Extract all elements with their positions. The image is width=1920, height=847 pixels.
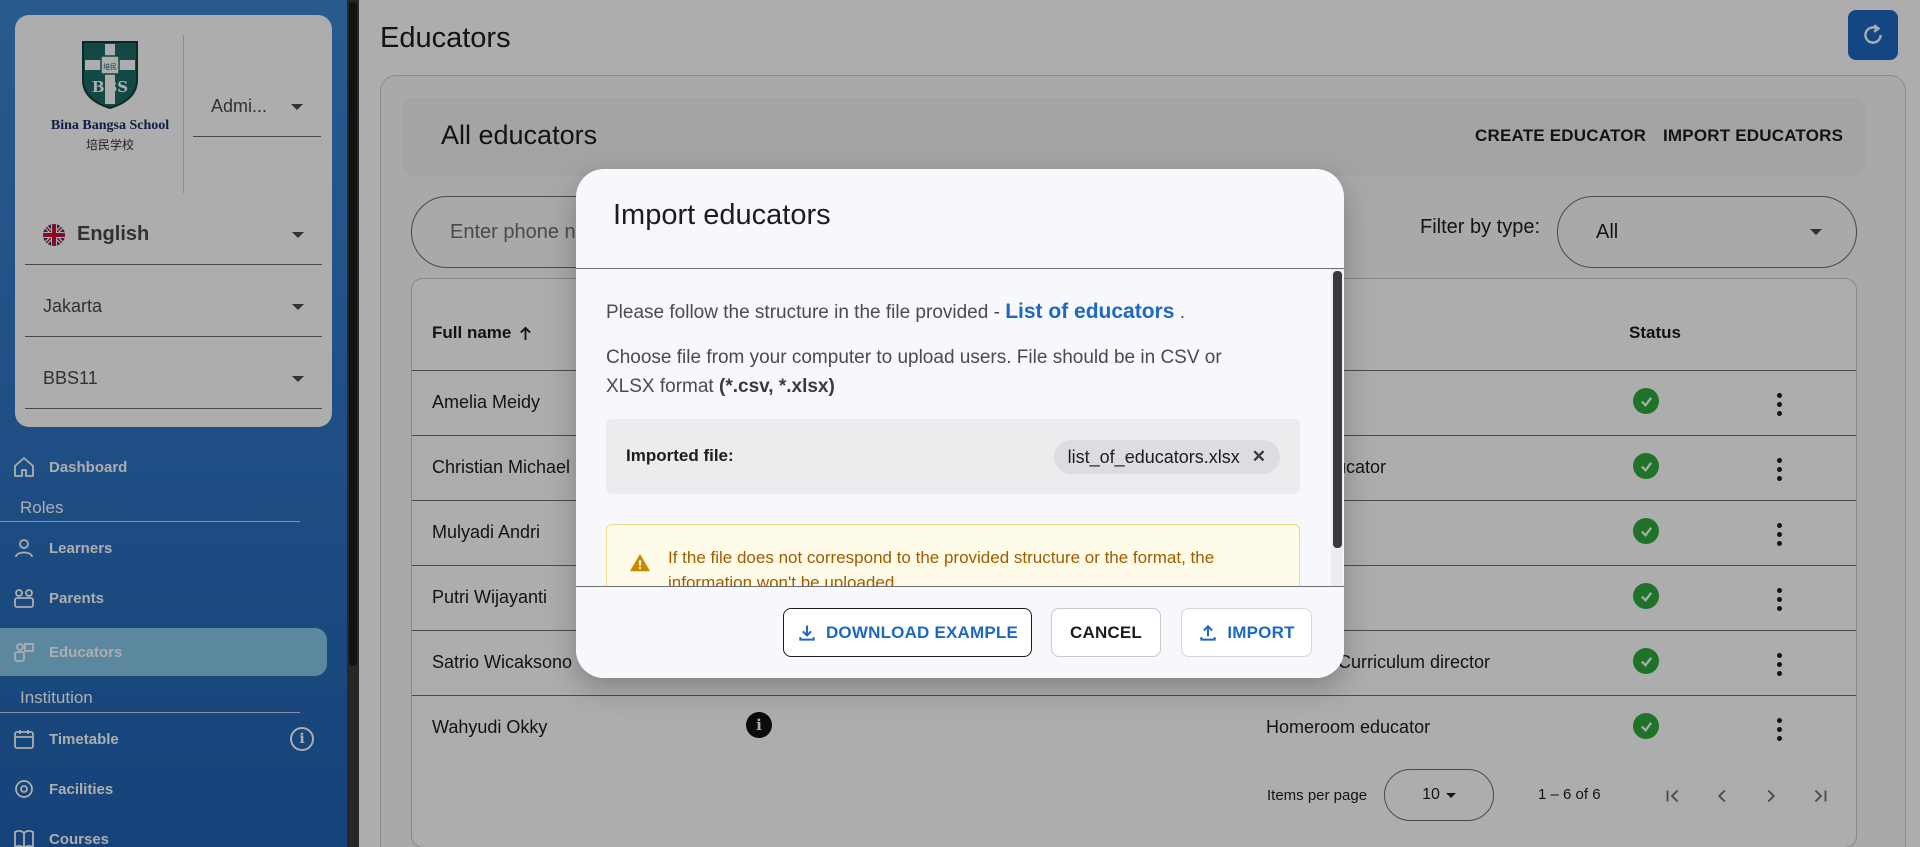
choose-file-line-2: XLSX format — [606, 376, 714, 397]
dialog-divider — [576, 586, 1344, 587]
file-name: list_of_educators.xlsx — [1067, 446, 1240, 467]
cancel-label: CANCEL — [1069, 622, 1143, 642]
warning-icon — [629, 553, 651, 572]
imported-file-label: Imported file: — [626, 446, 734, 465]
dialog-title: Import educators — [613, 199, 831, 231]
structure-text-body: Please follow the structure in the file … — [606, 302, 1006, 323]
close-icon[interactable]: ✕ — [1252, 447, 1266, 467]
import-educators-dialog: Import educators Please follow the struc… — [576, 169, 1344, 678]
structure-text-end: . — [1174, 302, 1185, 323]
import-label: IMPORT — [1227, 622, 1295, 642]
file-chip: list_of_educators.xlsx ✕ — [1053, 440, 1280, 474]
dialog-divider — [576, 268, 1344, 269]
choose-file-line-2-wrap: XLSX format (*.csv, *.xlsx) — [606, 372, 1222, 401]
structure-text: Please follow the structure in the file … — [606, 297, 1185, 327]
cancel-button[interactable]: CANCEL — [1051, 608, 1161, 657]
choose-file-text: Choose file from your computer to upload… — [606, 343, 1222, 401]
upload-icon — [1200, 624, 1217, 641]
imported-file-box: Imported file: list_of_educators.xlsx ✕ — [606, 419, 1300, 494]
dialog-scrollbar[interactable] — [1331, 269, 1343, 586]
choose-file-line-1: Choose file from your computer to upload… — [606, 347, 1222, 368]
file-formats: (*.csv, *.xlsx) — [719, 376, 835, 397]
dialog-scroll-thumb[interactable] — [1333, 271, 1342, 548]
import-button[interactable]: IMPORT — [1181, 608, 1312, 657]
download-icon — [799, 625, 815, 641]
download-example-label: DOWNLOAD EXAMPLE — [825, 622, 1019, 642]
download-example-button[interactable]: DOWNLOAD EXAMPLE — [783, 608, 1032, 657]
list-of-educators-link[interactable]: List of educators — [1005, 300, 1174, 323]
